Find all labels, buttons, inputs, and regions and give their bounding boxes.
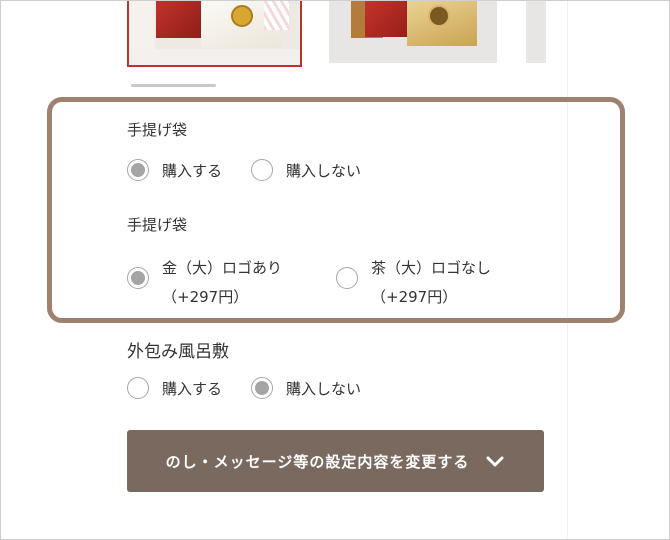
bag-gold-price: （+297円）	[162, 288, 249, 306]
bag-brown-price: （+297円）	[371, 288, 458, 306]
wrap-section-title: 外包み風呂敷	[127, 342, 229, 362]
wrap-buy-label: 購入する	[162, 379, 223, 398]
radio-unchecked-icon[interactable]	[251, 159, 273, 181]
bag-section-title: 手提げ袋	[127, 121, 188, 139]
chevron-down-icon	[486, 456, 504, 467]
change-settings-button[interactable]: のし・メッセージ等の設定内容を変更する	[127, 430, 544, 492]
product-thumbnail[interactable]	[329, 0, 497, 63]
pattern-image	[264, 0, 289, 30]
gold-seal-icon	[231, 5, 253, 27]
bag-gold-label: 金（大）ロゴあり	[162, 259, 283, 277]
red-box-image	[365, 0, 410, 37]
bag-no-buy-label: 購入しない	[286, 161, 362, 180]
bag-no-buy-radio[interactable]: 購入しない	[251, 159, 361, 181]
radio-unchecked-icon[interactable]	[127, 377, 149, 399]
wrap-buy-radio[interactable]: 購入する	[127, 377, 222, 399]
change-settings-label: のし・メッセージ等の設定内容を変更する	[165, 452, 470, 471]
bag-type-title: 手提げ袋	[127, 216, 188, 234]
radio-checked-icon[interactable]	[127, 159, 149, 181]
wrap-no-buy-label: 購入しない	[286, 379, 362, 398]
bag-gold-radio[interactable]: 金（大）ロゴあり （+297円）	[127, 254, 282, 312]
radio-checked-icon[interactable]	[127, 267, 149, 289]
radio-unchecked-icon[interactable]	[336, 267, 358, 289]
bag-brown-radio[interactable]: 茶（大）ロゴなし （+297円）	[336, 254, 491, 312]
radio-checked-icon[interactable]	[251, 377, 273, 399]
red-box-image	[156, 0, 203, 38]
bag-buy-label: 購入する	[162, 161, 223, 180]
product-thumbnail-partial[interactable]	[526, 0, 546, 63]
seal-icon	[428, 5, 450, 27]
wrap-no-buy-radio[interactable]: 購入しない	[251, 377, 361, 399]
product-thumbnail-selected[interactable]	[127, 0, 302, 67]
thumbnail-scrollbar[interactable]	[131, 84, 216, 87]
bag-brown-label: 茶（大）ロゴなし	[371, 259, 492, 277]
bag-buy-radio[interactable]: 購入する	[127, 159, 222, 181]
